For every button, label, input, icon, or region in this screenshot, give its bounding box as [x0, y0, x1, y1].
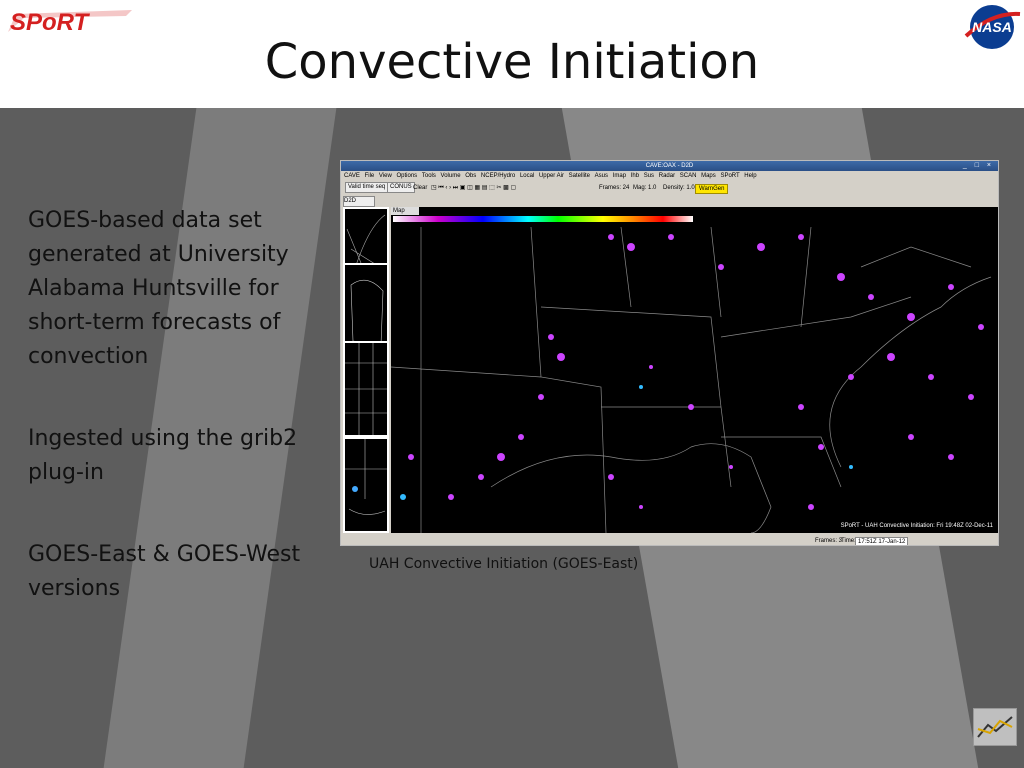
- convective-initiation-map: [391, 226, 992, 533]
- sport-logo-text: SPoRT: [10, 9, 91, 36]
- menu-item[interactable]: SPoRT: [720, 173, 739, 179]
- nasa-logo-text: NASA: [972, 19, 1012, 35]
- header: SPoRT NASA Convective Initiation: [0, 0, 1024, 108]
- window-controls[interactable]: _ □ ×: [963, 161, 994, 171]
- main-map-pane[interactable]: Map SPoRT - UAH Convective Initiation: F…: [391, 207, 998, 533]
- awips-screenshot: CAVE:OAX - D2D _ □ × CAVE File View Opti…: [340, 160, 999, 546]
- conus-dropdown[interactable]: CONUS: [387, 182, 415, 193]
- menu-item[interactable]: Tools: [422, 173, 436, 179]
- menu-item[interactable]: Asus: [595, 173, 608, 179]
- bullet-item: GOES-based data set generated at Univers…: [28, 208, 289, 369]
- toolbar: Valid time seq CONUS Clear ◳ ⏮ ‹ › ⏭ ▣ ◫…: [341, 182, 998, 194]
- frames-dropdown[interactable]: Frames: 24: [599, 182, 629, 194]
- menu-item[interactable]: CAVE: [344, 173, 360, 179]
- d2d-tab[interactable]: D2D: [343, 196, 375, 207]
- menu-item[interactable]: Imap: [613, 173, 626, 179]
- menu-item[interactable]: Volume: [441, 173, 461, 179]
- mag-dropdown[interactable]: Mag: 1.0: [633, 182, 656, 194]
- menu-bar: CAVE File View Options Tools Volume Obs …: [341, 171, 998, 181]
- menu-item[interactable]: Obs: [465, 173, 476, 179]
- figure-caption: UAH Convective Initiation (GOES-East): [369, 556, 639, 572]
- status-bar: Frames: 3 Time: 17:51Z 17-Jan-12: [341, 535, 998, 545]
- bullet-item: GOES-East & GOES-West versions: [28, 542, 301, 601]
- window-title: CAVE:OAX - D2D: [645, 163, 694, 169]
- playback-controls-icon[interactable]: ◳ ⏮ ‹ › ⏭ ▣ ◫ ▦ ▤ ⬚ ✂ ▩ ▢: [431, 182, 516, 194]
- color-scale-bar: [393, 216, 693, 222]
- menu-item[interactable]: Options: [397, 173, 418, 179]
- menu-item[interactable]: Radar: [659, 173, 675, 179]
- map-thumbnail[interactable]: [343, 341, 389, 437]
- time-label: Time:: [841, 538, 856, 544]
- menu-item[interactable]: Help: [744, 173, 756, 179]
- map-tab[interactable]: Map: [391, 207, 419, 215]
- thumbnail-panel: [343, 207, 389, 533]
- menu-item[interactable]: NCEP/Hydro: [481, 173, 515, 179]
- menu-item[interactable]: Ihb: [631, 173, 639, 179]
- menu-item[interactable]: SCAN: [680, 173, 697, 179]
- frames-status: Frames: 3: [815, 538, 843, 544]
- menu-item[interactable]: Maps: [701, 173, 716, 179]
- chart-nav-icon[interactable]: [973, 708, 1017, 746]
- window-title-bar: CAVE:OAX - D2D _ □ ×: [341, 161, 998, 171]
- density-dropdown[interactable]: Density: 1.0: [663, 182, 695, 194]
- time-value: 17:51Z 17-Jan-12: [855, 537, 909, 545]
- valid-time-dropdown[interactable]: Valid time seq: [345, 182, 389, 193]
- menu-item[interactable]: Sus: [644, 173, 654, 179]
- bullet-item: Ingested using the grib2 plug-in: [28, 426, 298, 485]
- page-title: Convective Initiation: [264, 34, 760, 90]
- menu-item[interactable]: Upper Air: [539, 173, 564, 179]
- sport-logo: SPoRT: [8, 9, 132, 36]
- menu-item[interactable]: View: [379, 173, 392, 179]
- warngen-button[interactable]: WarnGen: [695, 184, 729, 194]
- menu-item[interactable]: File: [365, 173, 375, 179]
- menu-item[interactable]: Satellite: [569, 173, 590, 179]
- map-thumbnail[interactable]: [343, 437, 389, 533]
- clear-button[interactable]: Clear: [413, 182, 427, 194]
- map-caption: SPoRT - UAH Convective Initiation: Fri 1…: [840, 523, 993, 529]
- menu-item[interactable]: Local: [520, 173, 534, 179]
- bullet-list: GOES-based data set generated at Univers…: [28, 204, 328, 654]
